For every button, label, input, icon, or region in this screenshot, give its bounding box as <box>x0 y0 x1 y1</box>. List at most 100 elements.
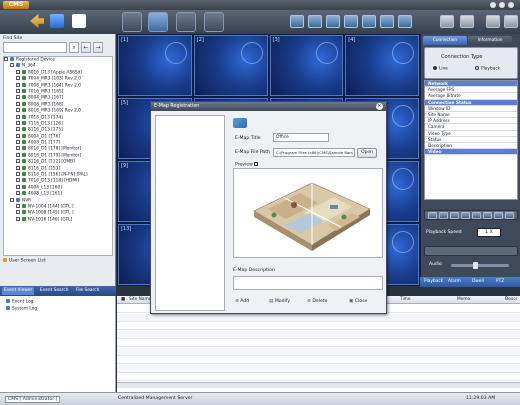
expand-icon[interactable] <box>16 216 20 221</box>
search-icon[interactable]: ⌕ <box>69 42 79 53</box>
tree-item[interactable]: NV-1016 [146] [GTL] <box>4 216 112 223</box>
expand-icon[interactable] <box>16 69 20 74</box>
file-path-input[interactable]: C:\Program Files (x86)\CMS\Sample Bam <box>273 148 355 157</box>
event-tree-item[interactable]: Event Log <box>6 299 33 305</box>
sequence-icon[interactable] <box>460 15 474 28</box>
log-row[interactable] <box>117 313 520 322</box>
expand-icon[interactable] <box>16 178 20 183</box>
modify-button[interactable]: ▤ Modify <box>269 297 303 307</box>
back-arrow-icon[interactable] <box>30 14 44 28</box>
layout-36-icon[interactable] <box>380 15 394 28</box>
col-memo[interactable]: Memo <box>457 297 470 302</box>
tab-event-viewer[interactable]: Event Viewer <box>2 287 35 295</box>
expand-icon[interactable] <box>16 127 20 132</box>
pause-icon[interactable] <box>461 212 470 219</box>
log-row[interactable] <box>117 339 520 347</box>
expand-icon[interactable] <box>16 165 20 170</box>
expand-icon[interactable] <box>16 172 20 177</box>
tab-playback[interactable]: Playback <box>424 278 443 286</box>
expand-icon[interactable] <box>16 95 20 100</box>
tab-file-search[interactable]: File Search <box>74 287 101 295</box>
next-button[interactable]: → <box>93 42 103 53</box>
minimize-icon[interactable] <box>490 2 496 8</box>
layout-1-icon[interactable] <box>290 15 304 28</box>
tab-information[interactable]: Information <box>468 36 512 45</box>
col-site-name[interactable]: Site Name <box>129 297 151 302</box>
col-checkbox[interactable]: ■ <box>121 297 125 302</box>
step-forward-icon[interactable] <box>483 212 492 219</box>
video-cell[interactable]: [3] <box>269 35 344 96</box>
playback-speed-value[interactable]: 1 X <box>477 228 501 237</box>
col-time[interactable]: Time <box>400 297 411 302</box>
playback-button[interactable] <box>148 12 168 32</box>
tab-ptz[interactable]: PTZ <box>496 278 504 286</box>
expand-icon[interactable] <box>4 57 8 61</box>
log-row[interactable] <box>117 373 520 381</box>
audio-slider-handle[interactable] <box>473 262 478 269</box>
play-reverse-icon[interactable] <box>450 212 459 219</box>
checkbox-icon[interactable] <box>254 162 259 166</box>
video-cell[interactable]: [4] <box>345 35 419 96</box>
layout-25-icon[interactable] <box>362 15 376 28</box>
expand-icon[interactable] <box>16 184 20 189</box>
video-cell[interactable]: [2] <box>193 35 268 96</box>
tab-alarm[interactable]: Alarm <box>448 278 461 286</box>
prev-button[interactable]: ← <box>81 42 91 53</box>
event-tree-item[interactable]: System Log <box>6 306 37 312</box>
close-button[interactable]: ▣ Close <box>349 297 379 307</box>
emap-title-input[interactable]: Office <box>273 133 329 142</box>
expand-icon[interactable] <box>16 152 20 157</box>
step-back-icon[interactable] <box>439 212 448 219</box>
layout-16-icon[interactable] <box>344 15 358 28</box>
log-row[interactable] <box>117 356 520 364</box>
expand-icon[interactable] <box>16 133 20 138</box>
expand-icon[interactable] <box>16 120 20 125</box>
col-description[interactable]: Descr <box>505 297 517 302</box>
map-icon[interactable] <box>72 14 86 28</box>
settings-button[interactable] <box>204 12 224 32</box>
delete-button[interactable]: ⊗ Delete <box>307 297 337 307</box>
expand-icon[interactable] <box>16 210 20 215</box>
video-cell[interactable]: [1] <box>118 35 192 96</box>
tab-event-search[interactable]: Event Search <box>38 287 70 295</box>
add-button[interactable]: ⊕ Add <box>235 297 263 307</box>
expand-icon[interactable] <box>16 114 20 119</box>
layout-4-icon[interactable] <box>308 15 322 28</box>
radio-live[interactable]: Live <box>433 66 448 72</box>
layout-64-icon[interactable] <box>398 15 412 28</box>
fast-forward-icon[interactable] <box>494 212 503 219</box>
log-row[interactable] <box>117 364 520 373</box>
site-search-input[interactable] <box>3 42 67 53</box>
expand-icon[interactable] <box>16 191 20 196</box>
log-row[interactable] <box>117 347 520 356</box>
fullscreen-icon[interactable] <box>440 15 454 28</box>
close-icon[interactable] <box>508 2 514 8</box>
expand-icon[interactable] <box>16 108 20 113</box>
stop-icon[interactable] <box>505 212 514 219</box>
tab-connection[interactable]: Connection <box>423 36 467 45</box>
log-row[interactable] <box>117 330 520 339</box>
expand-icon[interactable] <box>16 146 20 151</box>
expand-icon[interactable] <box>16 88 20 93</box>
user-screen-list[interactable]: User Screen List <box>3 258 113 266</box>
expand-icon[interactable] <box>10 197 14 202</box>
expand-icon[interactable] <box>10 63 14 68</box>
device-tree[interactable]: Registered Device N_364 8016_D13 [Apple A… <box>3 56 113 256</box>
expand-icon[interactable] <box>16 101 20 106</box>
layout-9-icon[interactable] <box>326 15 340 28</box>
live-view-button[interactable] <box>122 12 142 32</box>
tab-dwell[interactable]: Dwell <box>472 278 484 286</box>
rewind-icon[interactable] <box>428 212 437 219</box>
expand-icon[interactable] <box>16 159 20 164</box>
description-input[interactable] <box>233 276 383 290</box>
expand-icon[interactable] <box>16 76 20 81</box>
emap-button[interactable] <box>176 12 196 32</box>
radio-playback[interactable]: Playback <box>475 66 500 72</box>
lock-icon[interactable] <box>486 15 500 28</box>
horizontal-scrollbar[interactable] <box>117 382 520 388</box>
play-icon[interactable] <box>472 212 481 219</box>
monitor-icon[interactable] <box>50 14 64 28</box>
expand-icon[interactable] <box>16 203 20 208</box>
dialog-close-icon[interactable]: × <box>376 103 383 110</box>
log-row[interactable] <box>117 322 520 330</box>
